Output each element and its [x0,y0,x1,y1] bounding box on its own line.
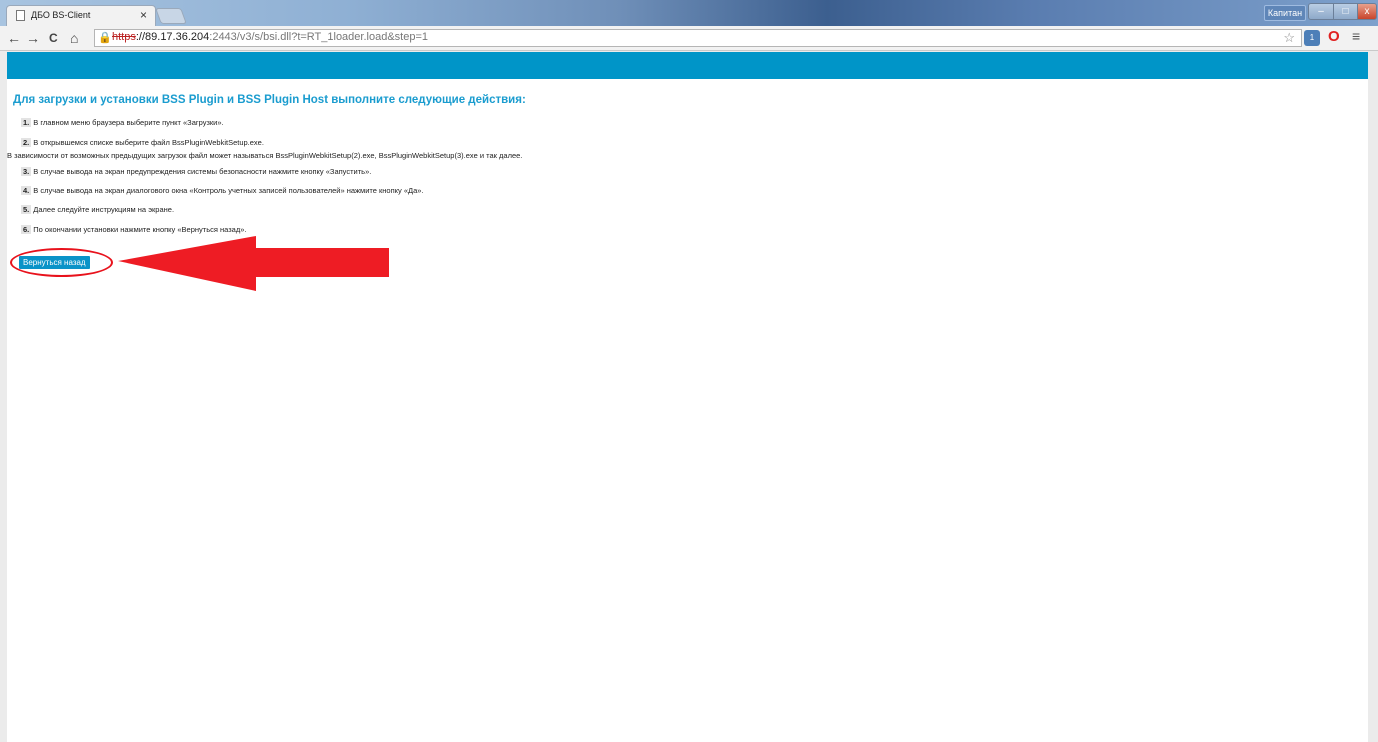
tab-close-icon[interactable]: × [140,8,147,22]
browser-toolbar: ← → C ⌂ 🔒 https://89.17.36.204:2443/v3/s… [0,26,1378,51]
forward-arrow-icon[interactable]: → [26,29,40,47]
url-text: https://89.17.36.204:2443/v3/s/bsi.dll?t… [112,31,428,43]
url-path: :2443/v3/s/bsi.dll?t=RT_1loader.load&ste… [209,31,428,43]
url-host: ://89.17.36.204 [135,31,210,43]
new-tab-button[interactable] [155,8,187,24]
address-bar[interactable]: 🔒 https://89.17.36.204:2443/v3/s/bsi.dll… [94,29,1302,47]
browser-tab[interactable]: ДБО BS-Client × [6,5,156,26]
tab-title: ДБО BS-Client [31,10,91,20]
back-arrow-icon[interactable]: ← [7,29,21,47]
url-scheme: https [112,31,136,43]
page-icon [16,10,25,21]
extension-icon[interactable]: 1 [1304,30,1320,46]
annotation-arrow-icon [118,236,389,291]
window-titlebar: ДБО BS-Client × Капитан – □ x [0,0,1378,26]
opera-extension-icon[interactable]: O [1328,28,1340,45]
minimize-button[interactable]: – [1308,3,1334,20]
reload-icon[interactable]: C [49,29,58,47]
broken-lock-icon[interactable]: 🔒 [98,31,112,44]
home-icon[interactable]: ⌂ [70,29,78,47]
profile-button[interactable]: Капитан [1264,5,1306,21]
browser-menu-icon[interactable]: ≡ [1352,28,1360,44]
close-window-button[interactable]: x [1357,3,1377,20]
bookmark-star-icon[interactable]: ☆ [1283,30,1295,46]
page-viewport: Для загрузки и установки BSS Plugin и BS… [7,52,1368,742]
maximize-button[interactable]: □ [1333,3,1358,20]
vertical-scrollbar[interactable] [1368,52,1378,742]
